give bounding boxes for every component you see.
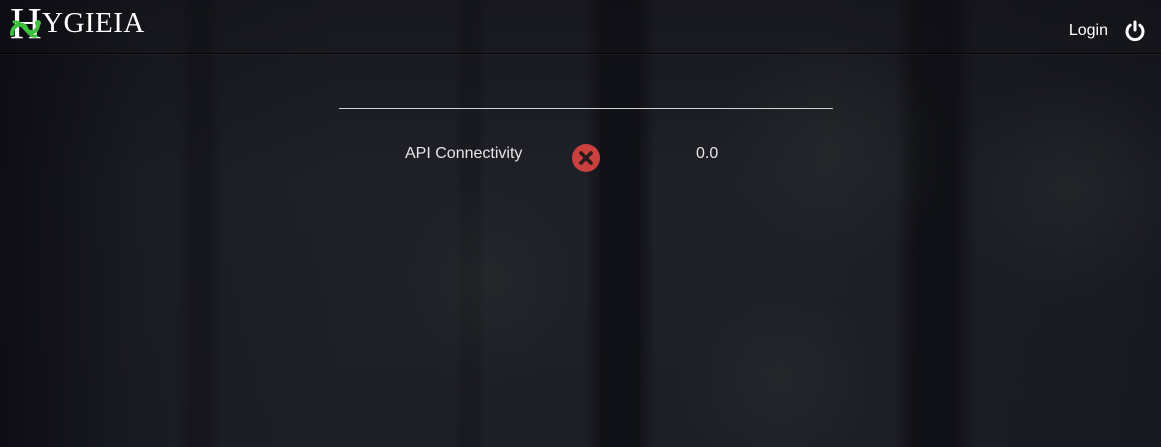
brand-title: YGIEIA xyxy=(42,7,145,39)
background-foliage xyxy=(380,180,600,380)
error-x-icon xyxy=(572,144,600,172)
power-icon[interactable] xyxy=(1124,20,1146,42)
brand-mark: H xyxy=(8,2,48,46)
login-link[interactable]: Login xyxy=(1069,22,1108,40)
background-foliage xyxy=(960,60,1161,320)
brand-logo[interactable]: H YGIEIA xyxy=(8,2,145,46)
background-tree-trunk xyxy=(585,0,655,447)
panel-divider xyxy=(339,108,833,109)
snake-icon xyxy=(10,20,41,38)
status-label: API Connectivity xyxy=(405,145,523,162)
background-tree-trunk xyxy=(180,0,220,447)
top-navbar: H YGIEIA Login xyxy=(0,0,1161,54)
status-row: API Connectivity 0.0 xyxy=(339,144,833,172)
status-value: 0.0 xyxy=(696,145,719,162)
forest-background xyxy=(0,0,1161,447)
status-panel: API Connectivity 0.0 xyxy=(339,108,833,172)
background-foliage xyxy=(660,300,900,447)
